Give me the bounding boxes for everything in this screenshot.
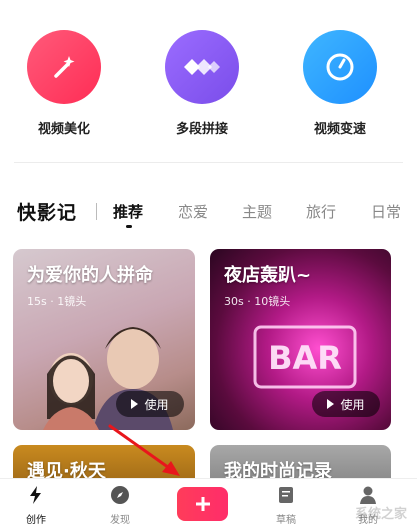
use-label: 使用 — [340, 397, 365, 412]
tab-theme[interactable]: 主题 — [242, 201, 272, 222]
card-title: 夜店轰趴~ — [224, 265, 312, 286]
speedometer-icon — [303, 30, 377, 104]
lightning-icon — [30, 486, 41, 504]
profile-icon — [360, 486, 376, 504]
tab-separator — [96, 203, 97, 220]
tool-video-beautify[interactable]: 视频美化 — [4, 30, 124, 137]
play-icon — [327, 399, 335, 409]
nav-discover[interactable]: 发现 — [96, 485, 144, 526]
segments-icon — [165, 30, 239, 104]
tool-label: 多段拼接 — [175, 122, 228, 137]
nav-create[interactable]: 创作 — [12, 485, 60, 526]
nav-label: 创作 — [26, 515, 46, 526]
tool-video-speed[interactable]: 视频变速 — [280, 30, 400, 137]
template-card[interactable]: BAR 夜店轰趴~ 30s · 10镜头 使用 — [210, 249, 391, 430]
tab-recommend[interactable]: 推荐 — [113, 201, 143, 222]
nav-drafts[interactable]: 草稿 — [262, 485, 310, 526]
card-title: 为爱你的人拼命 — [27, 265, 153, 286]
active-tab-indicator — [126, 225, 132, 228]
nav-label: 发现 — [110, 515, 130, 526]
tab-love[interactable]: 恋爱 — [178, 201, 208, 222]
template-card[interactable]: 为爱你的人拼命 15s · 1镜头 使用 — [13, 249, 195, 430]
plus-icon — [195, 497, 210, 511]
card-meta: 15s · 1镜头 — [27, 295, 87, 308]
use-label: 使用 — [144, 397, 169, 412]
svg-text:BAR: BAR — [268, 339, 342, 377]
create-plus-button[interactable] — [177, 487, 228, 521]
tab-daily[interactable]: 日常 — [371, 201, 401, 222]
magic-wand-icon — [27, 30, 101, 104]
tools-row: 视频美化 多段拼接 视频变速 — [0, 30, 417, 140]
bottom-nav: 创作 发现 草稿 我的 系统之家 — [0, 478, 417, 526]
use-button[interactable]: 使用 — [312, 391, 380, 417]
drafts-icon — [279, 487, 293, 503]
tool-label: 视频美化 — [37, 122, 90, 137]
watermark: 系统之家 — [354, 507, 407, 522]
use-button[interactable]: 使用 — [116, 391, 184, 417]
brand-logo: 快影记 — [17, 202, 78, 224]
card-meta: 30s · 10镜头 — [224, 295, 291, 308]
tab-travel[interactable]: 旅行 — [306, 201, 336, 222]
tool-label: 视频变速 — [313, 122, 366, 137]
divider — [14, 162, 403, 163]
play-icon — [131, 399, 139, 409]
category-tabs: 快影记 推荐 恋爱 主题 旅行 日常 — [0, 198, 417, 228]
nav-label: 草稿 — [276, 515, 296, 526]
compass-icon — [111, 486, 129, 504]
tool-multi-segment[interactable]: 多段拼接 — [142, 30, 262, 137]
